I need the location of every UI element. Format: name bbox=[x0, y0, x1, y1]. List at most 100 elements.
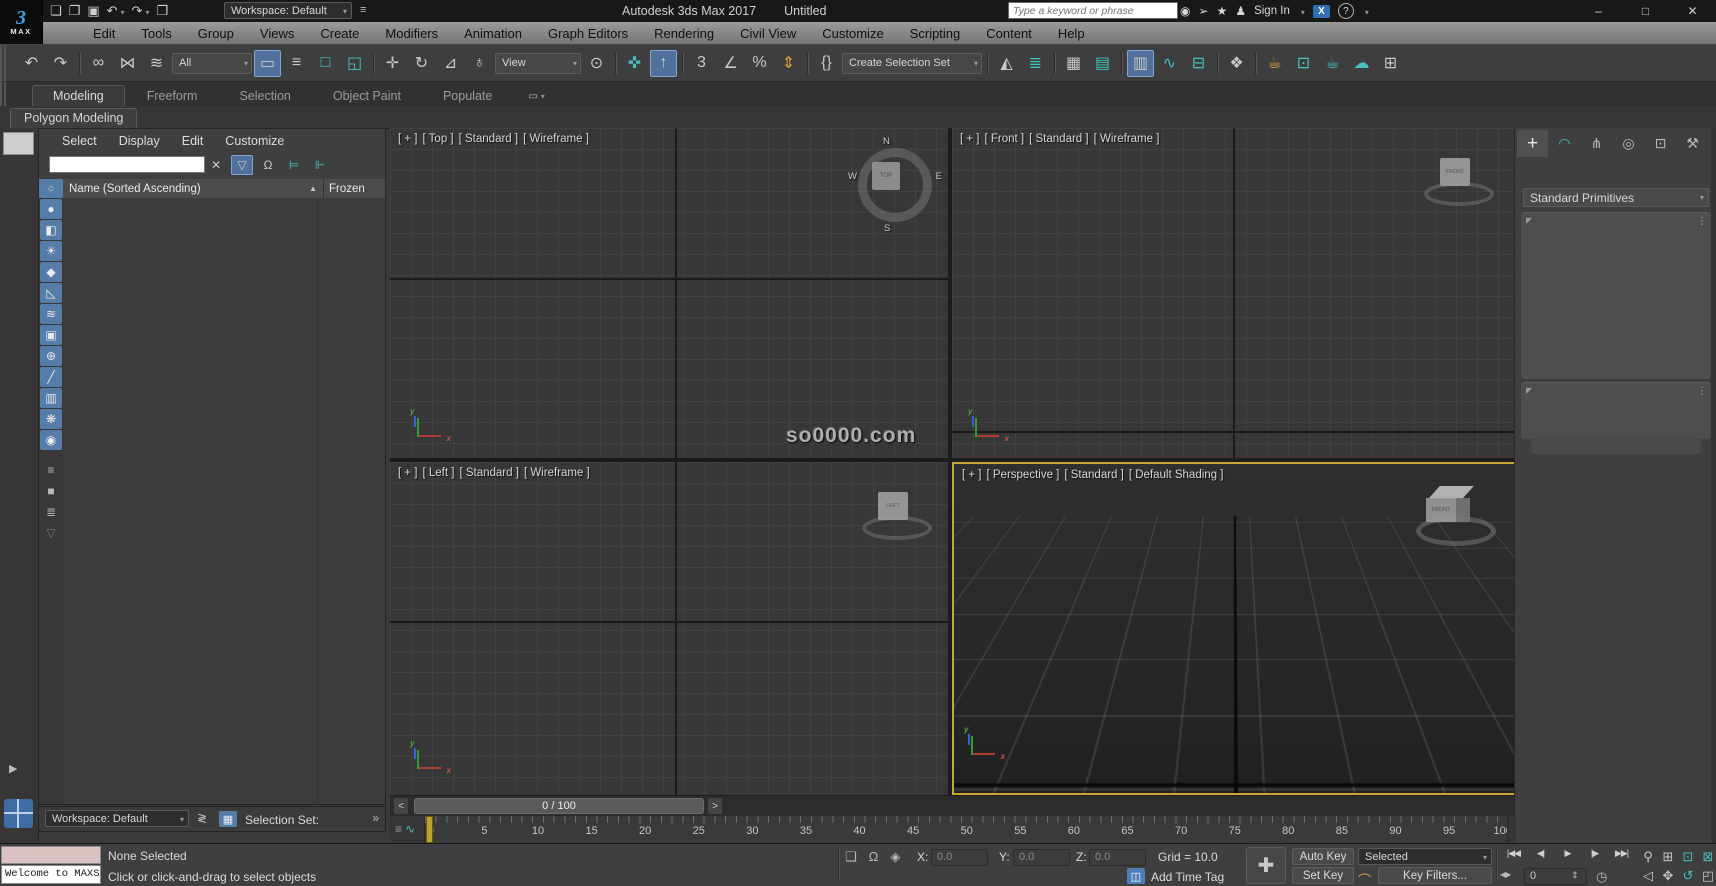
object-category-dropdown[interactable]: Standard Primitives bbox=[1523, 188, 1709, 207]
viewport-left[interactable]: [ + ] [ Left ] [ Standard ] [ Wireframe … bbox=[390, 462, 948, 795]
ribbon-tab-object-paint[interactable]: Object Paint bbox=[313, 86, 421, 106]
modify-tab[interactable]: ◠ bbox=[1549, 130, 1580, 157]
toolbar-icon[interactable] bbox=[1214, 50, 1221, 77]
menu-item[interactable]: Edit bbox=[80, 22, 128, 45]
viewport-pov-menu[interactable]: [ Left ] bbox=[423, 467, 455, 479]
menu-item[interactable]: Scripting bbox=[897, 22, 974, 45]
panel-scrollbar[interactable] bbox=[1711, 128, 1716, 843]
menu-item[interactable]: Civil View bbox=[727, 22, 809, 45]
toggle-scene-explorer-icon[interactable]: ▦ bbox=[1060, 50, 1087, 77]
toolbar-icon[interactable] bbox=[1252, 50, 1259, 77]
display-cameras-icon[interactable]: ◆ bbox=[40, 262, 62, 282]
display-xrefs-icon[interactable]: ⊕ bbox=[40, 346, 62, 366]
hierarchy-tab[interactable]: ⋔ bbox=[1581, 130, 1612, 157]
viewport-pov-menu[interactable]: [ Front ] bbox=[985, 133, 1025, 145]
display-frozen-icon[interactable]: ◉ bbox=[40, 430, 62, 450]
favorites-icon[interactable]: ★ bbox=[1217, 4, 1228, 18]
ribbon-tab-modeling[interactable]: Modeling bbox=[32, 85, 125, 106]
display-particles-icon[interactable]: ❋ bbox=[40, 409, 62, 429]
display-bones-icon[interactable]: ╱ bbox=[40, 367, 62, 387]
select-by-name-icon[interactable]: ≡ bbox=[283, 50, 310, 77]
ribbon-tab-populate[interactable]: Populate bbox=[423, 86, 512, 106]
sign-in-caret-icon[interactable] bbox=[1298, 4, 1305, 18]
x-coordinate-field[interactable]: 0.0 bbox=[931, 849, 988, 866]
field-of-view-icon[interactable]: ◁ bbox=[1638, 867, 1658, 885]
menu-item[interactable]: Create bbox=[307, 22, 372, 45]
redo-icon[interactable]: ↷ bbox=[47, 50, 74, 77]
column-divider[interactable] bbox=[317, 198, 318, 804]
viewport-renderer-menu[interactable]: [ Standard ] bbox=[459, 467, 518, 479]
viewcube[interactable]: FRONT bbox=[1416, 486, 1496, 548]
menu-item[interactable]: Content bbox=[973, 22, 1045, 45]
viewport-general-menu[interactable]: [ + ] bbox=[398, 133, 418, 145]
name-column-header[interactable]: Name (Sorted Ascending) ▲ bbox=[63, 179, 324, 198]
toolbar-icon[interactable] bbox=[804, 50, 811, 77]
select-object-icon[interactable]: ▭ bbox=[254, 49, 281, 77]
keyboard-shortcut-override-icon[interactable]: ↑ bbox=[650, 49, 677, 77]
viewport-renderer-menu[interactable]: [ Standard ] bbox=[459, 133, 518, 145]
rendered-frame-window-icon[interactable]: ⊡ bbox=[1290, 50, 1317, 77]
toolbar-icon[interactable] bbox=[1051, 50, 1058, 77]
undo-icon[interactable]: ↶ bbox=[107, 3, 125, 19]
communication-center-icon[interactable]: ➢ bbox=[1198, 4, 1208, 18]
add-time-tag[interactable]: Add Time Tag bbox=[1151, 870, 1224, 884]
maximize-viewport-toggle-icon[interactable]: ◰ bbox=[1698, 867, 1716, 885]
footer-workspace-dropdown[interactable]: Workspace: Default bbox=[45, 810, 189, 827]
viewport-top[interactable]: [ + ] [ Top ] [ Standard ] [ Wireframe ]… bbox=[390, 128, 948, 458]
maxscript-listener-output[interactable]: Welcome to MAXS bbox=[1, 865, 101, 884]
viewport-renderer-menu[interactable]: [ Standard ] bbox=[1029, 133, 1088, 145]
current-frame-marker[interactable] bbox=[426, 816, 433, 843]
scene-explorer-menu-item[interactable]: Display bbox=[108, 130, 171, 153]
lock-explorer-icon[interactable]: Ω bbox=[257, 155, 279, 175]
toolbar-icon[interactable] bbox=[612, 50, 619, 77]
window-crossing-icon[interactable]: ◱ bbox=[341, 50, 368, 77]
viewport-shading-menu[interactable]: [ Default Shading ] bbox=[1129, 469, 1224, 481]
toolbar-options-icon[interactable]: ≡ bbox=[360, 4, 366, 16]
rectangular-selection-region-icon[interactable]: □ bbox=[312, 50, 339, 77]
toggle-ribbon-icon[interactable]: ▥ bbox=[1127, 49, 1154, 77]
redo-icon[interactable]: ↷ bbox=[132, 3, 150, 19]
advanced-filter-icon[interactable]: ▽ bbox=[40, 523, 62, 543]
binoculars-search-icon[interactable]: ◉ bbox=[1180, 4, 1190, 18]
menu-item[interactable]: Group bbox=[185, 22, 247, 45]
create-tab[interactable]: + bbox=[1517, 130, 1548, 157]
exchange-apps-icon[interactable]: X bbox=[1312, 4, 1330, 18]
minimize-button[interactable]: – bbox=[1575, 0, 1622, 22]
snaps-toggle-icon[interactable]: 3 bbox=[688, 50, 715, 77]
workspace-dropdown[interactable]: Workspace: Default bbox=[224, 2, 352, 19]
sort-materials-icon[interactable]: ■ bbox=[40, 481, 62, 501]
new-scene-icon[interactable]: ❏ bbox=[50, 3, 62, 19]
undo-icon[interactable]: ↶ bbox=[18, 50, 45, 77]
named-selection-sets-dropdown[interactable]: Create Selection Set bbox=[842, 52, 982, 74]
go-to-start-icon[interactable]: |◀◀ bbox=[1500, 844, 1527, 862]
render-production-icon[interactable]: ☕ bbox=[1319, 50, 1346, 77]
viewport-perspective[interactable]: [ + ] [ Perspective ] [ Standard ] [ Def… bbox=[952, 462, 1516, 795]
motion-tab[interactable]: ◎ bbox=[1613, 130, 1644, 157]
time-tag-icon[interactable]: ◫ bbox=[1127, 868, 1145, 884]
open-mini-curve-editor-icon[interactable]: ∿ bbox=[405, 822, 415, 836]
frame-spinner-icon[interactable]: ⇕ bbox=[1571, 870, 1579, 881]
viewcube-face[interactable]: FRONT bbox=[1426, 498, 1456, 522]
reference-coordinate-system-dropdown[interactable]: View bbox=[495, 52, 581, 74]
toolbar-icon[interactable] bbox=[679, 50, 686, 77]
menu-item[interactable]: Tools bbox=[128, 22, 184, 45]
select-and-rotate-icon[interactable]: ↻ bbox=[408, 50, 435, 77]
schematic-view-icon[interactable]: ⊟ bbox=[1185, 50, 1212, 77]
viewport-front[interactable]: [ + ] [ Front ] [ Standard ] [ Wireframe… bbox=[952, 128, 1516, 458]
time-slider-handle[interactable]: 0 / 100 bbox=[414, 798, 704, 814]
explorer-grid-icon[interactable]: ▦ bbox=[219, 811, 237, 827]
toolbar-icon[interactable] bbox=[76, 50, 83, 77]
use-pivot-point-center-icon[interactable]: ⊙ bbox=[583, 50, 610, 77]
orbit-icon[interactable]: ↺ bbox=[1678, 867, 1698, 885]
edit-named-selection-sets-icon[interactable]: {} bbox=[813, 50, 840, 77]
display-selection-icon[interactable]: ● bbox=[40, 199, 62, 219]
select-and-manipulate-icon[interactable]: ✜ bbox=[621, 50, 648, 77]
play-icon[interactable]: ▶ bbox=[1554, 844, 1581, 862]
name-and-color-rollout[interactable]: ◤ ⋮ bbox=[1521, 382, 1711, 439]
object-type-rollout[interactable]: ◤ ⋮ bbox=[1521, 212, 1711, 379]
menu-item[interactable]: Customize bbox=[809, 22, 896, 45]
viewcube-side-face[interactable] bbox=[1456, 498, 1470, 522]
viewport-shading-menu[interactable]: [ Wireframe ] bbox=[524, 467, 590, 479]
previous-frame-icon[interactable]: ◀| bbox=[1527, 844, 1554, 862]
ribbon-tab-selection[interactable]: Selection bbox=[219, 86, 310, 106]
